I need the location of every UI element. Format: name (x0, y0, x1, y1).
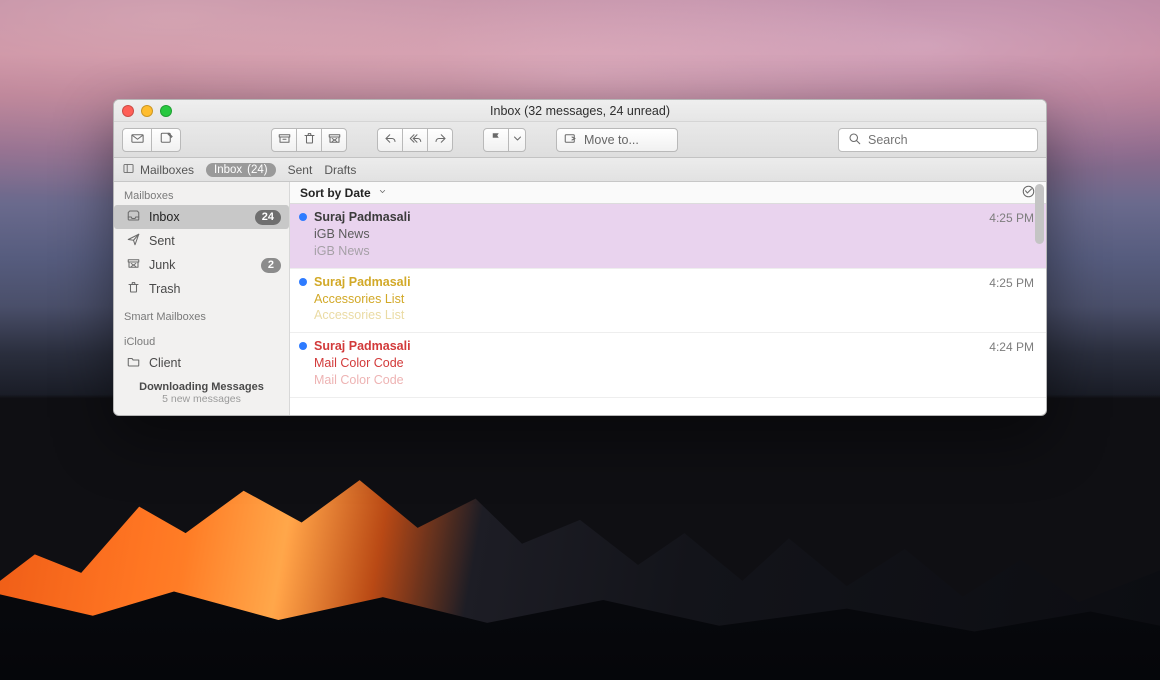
flag-icon (489, 131, 504, 149)
sidebar-header-smart: Smart Mailboxes (114, 307, 289, 326)
search-icon (847, 131, 862, 149)
favorites-sent[interactable]: Sent (288, 163, 313, 177)
downloading-status-sub: 5 new messages (114, 393, 289, 405)
delete-button[interactable] (296, 128, 322, 152)
favorites-sent-label: Sent (288, 163, 313, 177)
favorites-mailboxes-label: Mailboxes (140, 163, 194, 177)
sidebar-item-junk[interactable]: Junk 2 (114, 253, 289, 277)
sidebar-item-label: Junk (149, 258, 253, 272)
minimize-window-button[interactable] (141, 105, 153, 117)
sidebar-item-label: Inbox (149, 210, 247, 224)
message-preview: Mail Color Code (314, 372, 1034, 389)
window-body: Mailboxes Inbox 24 Sent (114, 182, 1046, 415)
junk-button[interactable] (321, 128, 347, 152)
search-input[interactable] (868, 133, 1029, 147)
sidebar-item-inbox[interactable]: Inbox 24 (114, 205, 289, 229)
titlebar: Inbox (32 messages, 24 unread) (114, 100, 1046, 122)
message-row[interactable]: 4:25 PMSuraj PadmasaliiGB NewsiGB News (290, 204, 1046, 269)
window-controls (122, 105, 172, 117)
sidebar-toggle-icon (122, 162, 135, 178)
junk-icon (327, 131, 342, 149)
message-row[interactable]: 4:24 PMSuraj PadmasaliMail Color CodeMai… (290, 333, 1046, 398)
trash-icon (126, 280, 141, 298)
message-subject: Mail Color Code (314, 355, 1034, 372)
search-field[interactable] (838, 128, 1038, 152)
favorites-bar: Mailboxes Inbox (24) Sent Drafts (114, 158, 1046, 182)
unread-dot-icon (299, 213, 307, 221)
zoom-window-button[interactable] (160, 105, 172, 117)
message-from: Suraj Padmasali (314, 209, 1034, 226)
archive-delete-group (271, 128, 347, 152)
compose-icon (159, 131, 174, 149)
archive-button[interactable] (271, 128, 297, 152)
trash-icon (302, 131, 317, 149)
move-to-label: Move to... (584, 133, 639, 147)
sidebar-item-label: Sent (149, 234, 281, 248)
message-from: Suraj Padmasali (314, 274, 1034, 291)
favorites-inbox-label: Inbox (214, 164, 242, 176)
envelope-icon (130, 131, 145, 149)
flag-button[interactable] (483, 128, 509, 152)
reply-all-button[interactable] (402, 128, 428, 152)
message-time: 4:24 PM (989, 339, 1034, 355)
sort-label: Sort by Date (300, 186, 371, 200)
favorites-inbox-count: (24) (247, 164, 267, 176)
forward-icon (433, 131, 448, 149)
message-from: Suraj Padmasali (314, 338, 1034, 355)
flag-menu-button[interactable] (508, 128, 526, 152)
unread-dot-icon (299, 342, 307, 350)
archive-icon (277, 131, 292, 149)
paper-plane-icon (126, 232, 141, 250)
scrollbar-thumb[interactable] (1035, 184, 1044, 244)
reply-icon (383, 131, 398, 149)
compose-button[interactable] (151, 128, 181, 152)
sort-bar[interactable]: Sort by Date (290, 182, 1046, 204)
vip-filter-icon[interactable] (1021, 184, 1036, 202)
window-title: Inbox (32 messages, 24 unread) (490, 104, 670, 118)
reply-group (377, 128, 453, 152)
message-preview: Accessories List (314, 307, 1034, 324)
favorites-drafts-label: Drafts (324, 163, 356, 177)
message-subject: Accessories List (314, 291, 1034, 308)
sidebar-item-client[interactable]: Client (114, 351, 289, 375)
message-time: 4:25 PM (989, 275, 1034, 291)
reply-all-icon (408, 131, 423, 149)
move-to-icon (563, 131, 578, 149)
message-row[interactable]: 4:25 PMSuraj PadmasaliAccessories ListAc… (290, 269, 1046, 334)
sidebar-junk-badge: 2 (261, 258, 281, 273)
get-mail-button[interactable] (122, 128, 152, 152)
toolbar: Move to... (114, 122, 1046, 158)
favorites-mailboxes[interactable]: Mailboxes (122, 162, 194, 178)
close-window-button[interactable] (122, 105, 134, 117)
reply-button[interactable] (377, 128, 403, 152)
move-to-dropdown[interactable]: Move to... (556, 128, 678, 152)
forward-button[interactable] (427, 128, 453, 152)
sidebar-item-trash[interactable]: Trash (114, 277, 289, 301)
message-time: 4:25 PM (989, 210, 1034, 226)
desktop-background: Inbox (32 messages, 24 unread) (0, 0, 1160, 680)
chevron-down-icon (377, 186, 388, 200)
chevron-down-icon (510, 131, 525, 149)
flag-group (483, 128, 526, 152)
message-list: Sort by Date 4:25 PMSuraj PadmasaliiGB N… (290, 182, 1046, 415)
scrollbar-track[interactable] (1035, 184, 1044, 413)
sidebar: Mailboxes Inbox 24 Sent (114, 182, 290, 415)
unread-dot-icon (299, 278, 307, 286)
sidebar-item-label: Trash (149, 282, 281, 296)
message-preview: iGB News (314, 243, 1034, 260)
folder-icon (126, 354, 141, 372)
sidebar-item-label: Client (149, 356, 281, 370)
junk-box-icon (126, 256, 141, 274)
sidebar-item-sent[interactable]: Sent (114, 229, 289, 253)
mail-actions-group (122, 128, 181, 152)
favorites-drafts[interactable]: Drafts (324, 163, 356, 177)
sidebar-header-icloud: iCloud (114, 332, 289, 351)
mail-window: Inbox (32 messages, 24 unread) (113, 99, 1047, 416)
message-subject: iGB News (314, 226, 1034, 243)
inbox-icon (126, 208, 141, 226)
sidebar-inbox-badge: 24 (255, 210, 281, 225)
favorites-inbox[interactable]: Inbox (24) (206, 163, 276, 177)
sidebar-header-mailboxes: Mailboxes (114, 186, 289, 205)
downloading-status: Downloading Messages (114, 381, 289, 393)
